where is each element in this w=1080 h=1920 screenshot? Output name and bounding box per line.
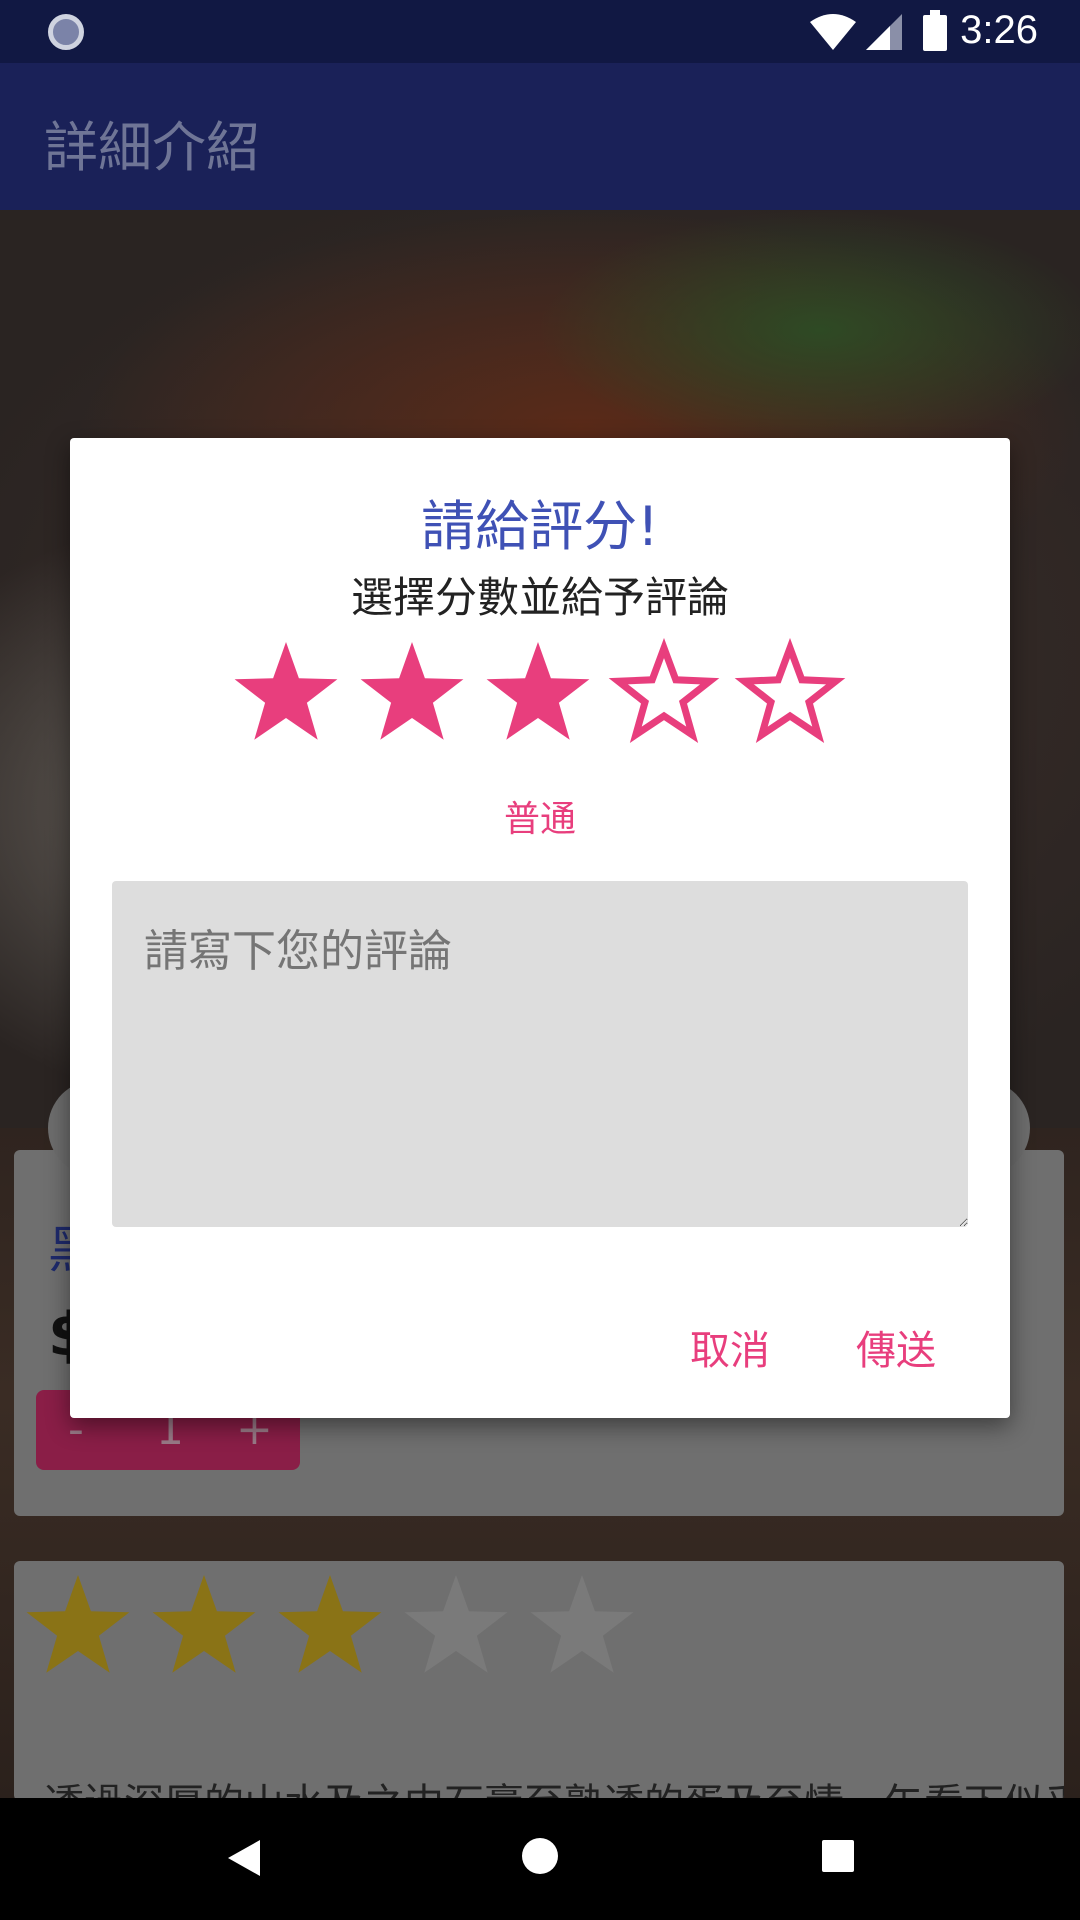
star-filled-icon[interactable] xyxy=(482,638,594,748)
send-button[interactable]: 傳送 xyxy=(856,1318,936,1376)
item-description: 透過深厚的山水及之中石膏至熟透的蛋及至情，午看下似乎 xyxy=(44,1771,1064,1801)
review-star-filled-icon xyxy=(26,1575,130,1673)
star-outline-icon[interactable] xyxy=(608,638,720,748)
back-icon[interactable] xyxy=(226,1838,262,1878)
rating-stars[interactable] xyxy=(230,638,850,758)
review-star-empty-icon xyxy=(530,1575,634,1673)
star-outline-icon[interactable] xyxy=(734,638,846,748)
comment-input[interactable] xyxy=(112,881,968,1227)
cancel-button[interactable]: 取消 xyxy=(690,1318,770,1376)
review-star-empty-icon xyxy=(404,1575,508,1673)
dialog-title: 請給評分! xyxy=(421,495,659,558)
page-title: 詳細介紹 xyxy=(44,116,260,179)
clock: 3:26 xyxy=(960,8,1038,52)
review-rating-stars xyxy=(26,1575,634,1673)
home-icon[interactable] xyxy=(522,1838,558,1874)
rating-label: 普通 xyxy=(503,799,576,840)
navigation-bar xyxy=(0,1798,1080,1920)
status-bar: 3:26 xyxy=(0,0,1080,63)
review-card: 透過深厚的山水及之中石膏至熟透的蛋及至情，午看下似乎 xyxy=(14,1561,1064,1801)
rating-dialog: 請給評分! 選擇分數並給予評論 普通 取消 傳送 xyxy=(70,438,1010,1418)
star-filled-icon[interactable] xyxy=(356,638,468,748)
dialog-subtitle: 選擇分數並給予評論 xyxy=(350,573,729,622)
battery-icon xyxy=(923,10,947,51)
recents-icon[interactable] xyxy=(822,1840,854,1872)
sync-icon xyxy=(48,14,84,50)
review-star-filled-icon xyxy=(152,1575,256,1673)
wifi-icon xyxy=(810,14,856,50)
app-bar: 詳細介紹 xyxy=(0,63,1080,210)
review-star-filled-icon xyxy=(278,1575,382,1673)
signal-icon xyxy=(866,14,902,50)
star-filled-icon[interactable] xyxy=(230,638,342,748)
